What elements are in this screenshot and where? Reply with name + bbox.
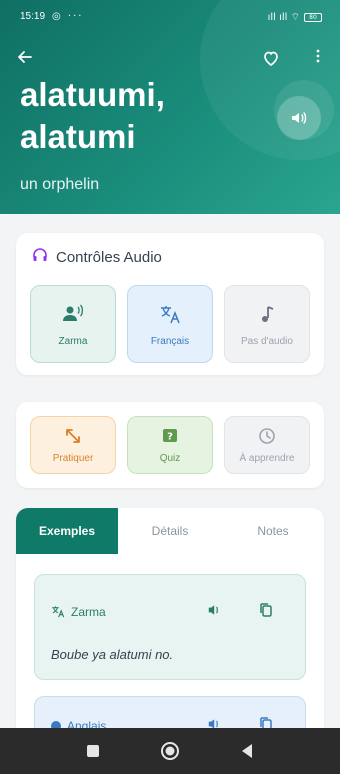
clock-icon [225,427,309,449]
word-translation: un orphelin [20,176,100,193]
example-card: Zarma Boube ya alatumi no. [34,574,306,680]
no-audio-button[interactable]: Pas d'audio [224,285,310,363]
audio-controls-heading: Contrôles Audio [32,247,162,267]
system-icons: ıll ıll ⌔ 80 [268,11,322,24]
practice-button[interactable]: Pratiquer [30,416,116,474]
translate-icon [128,304,212,329]
no-audio-label: Pas d'audio [241,336,293,347]
recent-apps-icon[interactable] [80,738,106,764]
zarma-audio-button[interactable]: Zarma [30,285,116,363]
to-learn-button[interactable]: À apprendre [224,416,310,474]
example-language-label: Zarma [71,605,106,619]
french-audio-button[interactable]: Français [127,285,213,363]
speak-volume-icon[interactable] [277,96,321,140]
notification-icons: ◎ ··· [52,11,84,22]
music-note-icon [225,304,309,329]
person-voice-icon [31,304,115,327]
example-play-icon[interactable] [207,603,223,621]
actions-card: Pratiquer ? Quiz À apprendre [16,402,324,488]
quiz-icon: ? [128,427,212,449]
tab-details[interactable]: Détails [119,508,221,554]
french-audio-label: Français [150,336,190,347]
status-time: 15:19 [20,11,46,22]
quiz-button[interactable]: ? Quiz [127,416,213,474]
more-menu-icon[interactable] [312,48,324,70]
battery-icon: 80 [304,13,322,22]
to-learn-label: À apprendre [239,453,295,464]
svg-text:?: ? [167,432,173,443]
example-copy-icon[interactable] [259,602,273,622]
audio-controls-title: Contrôles Audio [56,248,162,266]
status-bar: 15:19 ◎ ··· ıll ıll ⌔ 80 [0,8,340,26]
expand-arrows-icon [31,427,115,449]
word-title: alatuumi, alatumi [20,76,165,155]
tab-notes[interactable]: Notes [222,508,324,554]
signal-icon: ıll ıll ⌔ [267,12,300,23]
word-header: 15:19 ◎ ··· ıll ıll ⌔ 80 alatuumi, alatu… [0,0,340,214]
zarma-audio-label: Zarma [58,336,88,347]
tab-examples[interactable]: Exemples [16,508,118,554]
favorite-heart-icon[interactable] [260,48,282,70]
quiz-label: Quiz [159,453,181,464]
example-sentence: Boube ya alatumi no. [51,647,174,662]
example-language: Zarma [51,605,106,619]
system-navigation-bar [0,728,340,774]
home-icon[interactable] [157,738,183,764]
headphones-icon [32,247,48,267]
practice-label: Pratiquer [52,453,94,464]
system-back-icon[interactable] [234,738,260,764]
audio-controls-card: Contrôles Audio Zarma Français Pas d'aud… [16,233,324,375]
back-arrow-icon[interactable] [16,48,38,70]
